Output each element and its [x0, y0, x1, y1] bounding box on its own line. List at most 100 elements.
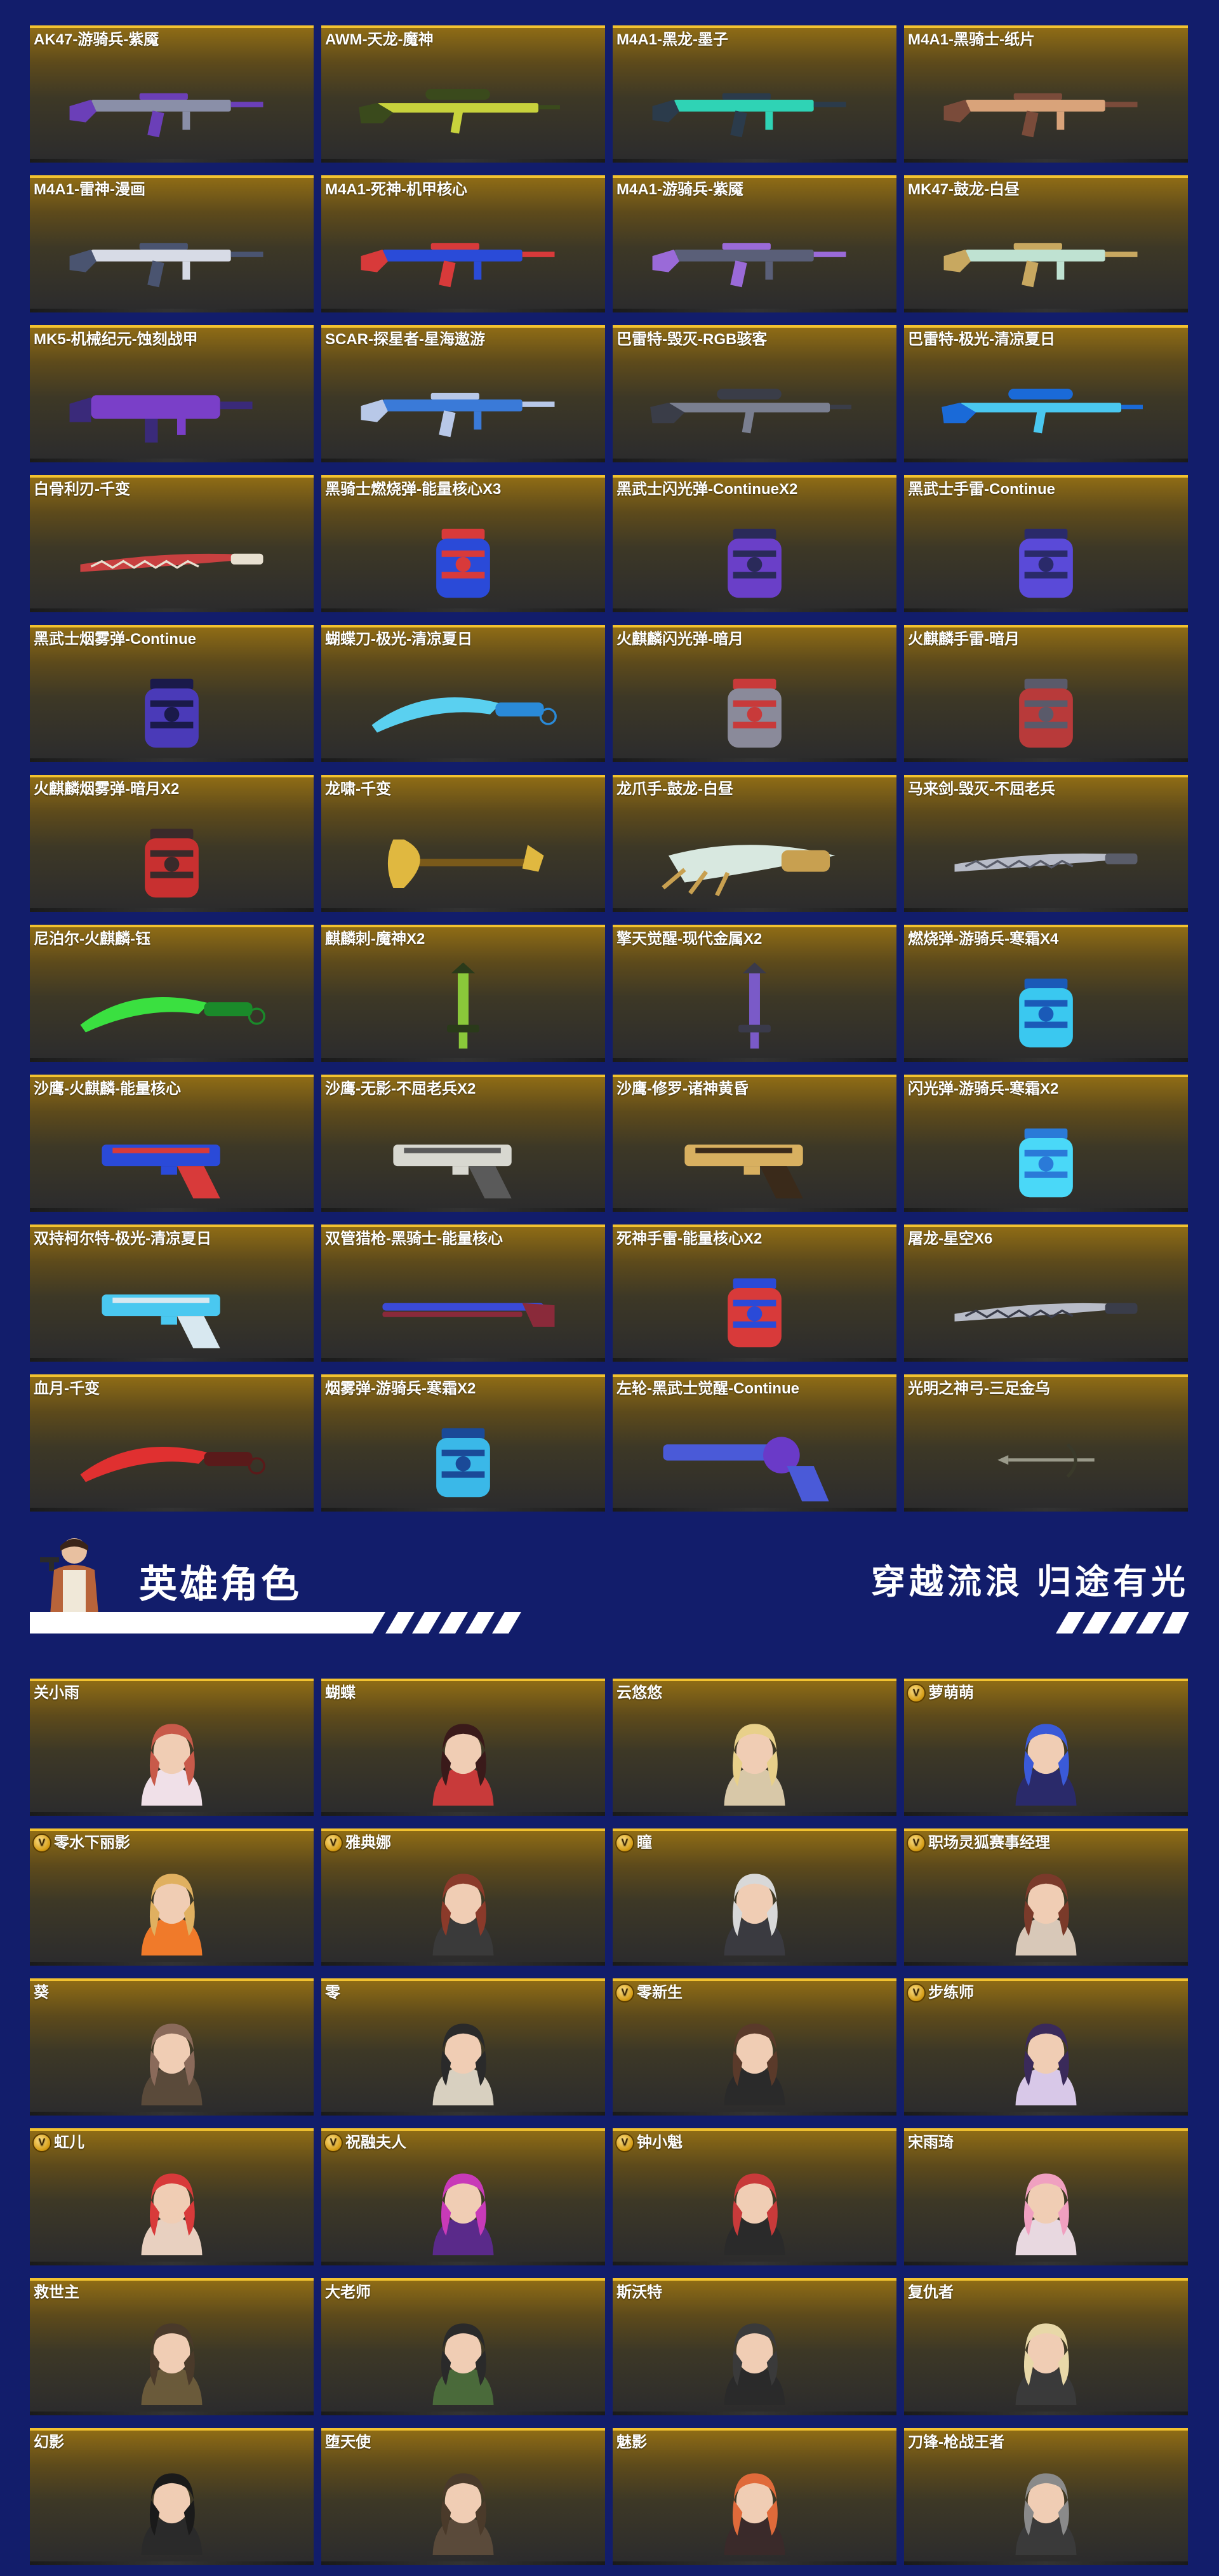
weapon-card[interactable]: 擎天觉醒-现代金属X2 — [613, 925, 896, 1062]
hero-card[interactable]: V 职场灵狐赛事经理 — [904, 1828, 1188, 1966]
hero-card[interactable]: V 萝萌萌 — [904, 1679, 1188, 1816]
hero-card[interactable]: 救世主 — [30, 2278, 314, 2415]
hero-title-row: V 零水下丽影 — [34, 1834, 310, 1853]
weapon-card[interactable]: 光明之神弓-三足金乌 — [904, 1374, 1188, 1512]
weapon-grenade-icon — [929, 1110, 1162, 1202]
weapon-card[interactable]: 左轮-黑武士觉醒-Continue — [613, 1374, 896, 1512]
hero-card[interactable]: 零 — [321, 1978, 605, 2116]
vip-badge-icon: V — [325, 1835, 342, 1851]
hero-card[interactable]: 宋雨琦 — [904, 2128, 1188, 2265]
weapon-card[interactable]: AWM-天龙-魔神 — [321, 25, 605, 163]
weapon-card[interactable]: 白骨利刃-千变 — [30, 475, 314, 612]
slogan-stripe-bar — [1056, 1612, 1189, 1633]
weapon-card[interactable]: 双持柯尔特-极光-清凉夏日 — [30, 1224, 314, 1362]
weapon-rifle-icon — [347, 361, 580, 452]
weapon-card[interactable]: 血月-千变 — [30, 1374, 314, 1512]
weapon-grenade-icon — [347, 511, 580, 602]
hero-portrait-icon — [347, 1714, 580, 1806]
hero-card[interactable]: 刀锋-枪战王者 — [904, 2428, 1188, 2565]
weapon-card[interactable]: 沙鹰-修罗-诸神黄昏 — [613, 1075, 896, 1212]
weapon-card[interactable]: M4A1-黑龙-墨子 — [613, 25, 896, 163]
hero-card[interactable]: 堕天使 — [321, 2428, 605, 2565]
weapon-sniper-icon — [347, 61, 580, 152]
weapon-card[interactable]: 尼泊尔-火麒麟-钰 — [30, 925, 314, 1062]
hero-card[interactable]: 云悠悠 — [613, 1679, 896, 1816]
weapon-card[interactable]: M4A1-游骑兵-紫魇 — [613, 175, 896, 312]
hero-portrait-icon — [929, 1864, 1162, 1955]
weapon-card[interactable]: 双管猎枪-黑骑士-能量核心 — [321, 1224, 605, 1362]
weapon-grenade-icon — [347, 1410, 580, 1501]
hero-card[interactable]: V 钟小魁 — [613, 2128, 896, 2265]
hero-card[interactable]: 关小雨 — [30, 1679, 314, 1816]
hero-card[interactable]: V 虹儿 — [30, 2128, 314, 2265]
weapon-card[interactable]: 黑武士烟雾弹-Continue — [30, 625, 314, 762]
weapon-name: 火麒麟闪光弹-暗月 — [616, 631, 743, 648]
weapon-card[interactable]: 屠龙-星空X6 — [904, 1224, 1188, 1362]
weapon-card[interactable]: 黑武士闪光弹-ContinueX2 — [613, 475, 896, 612]
vip-badge-icon: V — [908, 1835, 924, 1851]
weapon-card[interactable]: AK47-游骑兵-紫魇 — [30, 25, 314, 163]
hero-title-row: 云悠悠 — [616, 1684, 893, 1703]
weapon-rifle-icon — [638, 61, 871, 152]
hero-card[interactable]: V 零水下丽影 — [30, 1828, 314, 1966]
hero-title-row: 救世主 — [34, 2283, 310, 2302]
weapon-name: 光明之神弓-三足金乌 — [908, 1380, 1050, 1397]
hero-name: 零 — [325, 1984, 340, 2001]
weapon-name: MK5-机械纪元-蚀刻战甲 — [34, 331, 198, 348]
weapon-grenade-icon — [638, 1260, 871, 1352]
vip-badge-icon: V — [616, 1835, 633, 1851]
weapon-card[interactable]: 蝴蝶刀-极光-清凉夏日 — [321, 625, 605, 762]
weapon-card[interactable]: 闪光弹-游骑兵-寒霜X2 — [904, 1075, 1188, 1212]
weapon-card[interactable]: 燃烧弹-游骑兵-寒霜X4 — [904, 925, 1188, 1062]
weapon-card[interactable]: 黑武士手雷-Continue — [904, 475, 1188, 612]
hero-name: 复仇者 — [908, 2284, 954, 2301]
hero-card[interactable]: 蝴蝶 — [321, 1679, 605, 1816]
weapon-card[interactable]: 马来剑-毁灭-不屈老兵 — [904, 775, 1188, 912]
hero-card[interactable]: 斯沃特 — [613, 2278, 896, 2415]
hero-card[interactable]: V 零新生 — [613, 1978, 896, 2116]
weapon-card[interactable]: MK5-机械纪元-蚀刻战甲 — [30, 325, 314, 462]
weapon-card[interactable]: 火麒麟烟雾弹-暗月X2 — [30, 775, 314, 912]
hero-card[interactable]: V 祝融夫人 — [321, 2128, 605, 2265]
hero-card[interactable]: 复仇者 — [904, 2278, 1188, 2415]
weapon-card[interactable]: 巴雷特-极光-清凉夏日 — [904, 325, 1188, 462]
weapon-name: 双持柯尔特-极光-清凉夏日 — [34, 1230, 211, 1247]
weapon-card[interactable]: 巴雷特-毁灭-RGB骇客 — [613, 325, 896, 462]
weapon-card[interactable]: 龙爪手-鼓龙-白昼 — [613, 775, 896, 912]
weapon-name: AK47-游骑兵-紫魇 — [34, 31, 159, 48]
weapon-card[interactable]: 麒麟刺-魔神X2 — [321, 925, 605, 1062]
hero-card[interactable]: 大老师 — [321, 2278, 605, 2415]
weapon-card[interactable]: M4A1-黑骑士-纸片 — [904, 25, 1188, 163]
hero-portrait-icon — [638, 2464, 871, 2555]
weapon-card[interactable]: MK47-鼓龙-白昼 — [904, 175, 1188, 312]
hero-card[interactable]: 葵 — [30, 1978, 314, 2116]
hero-name: 救世主 — [34, 2284, 79, 2301]
weapon-name: 火麒麟烟雾弹-暗月X2 — [34, 781, 180, 798]
hero-portrait-icon — [929, 2464, 1162, 2555]
weapon-rifle-icon — [929, 211, 1162, 302]
weapon-card[interactable]: 龙啸-千变 — [321, 775, 605, 912]
weapon-name: 烟雾弹-游骑兵-寒霜X2 — [325, 1380, 476, 1397]
weapon-card[interactable]: M4A1-死神-机甲核心 — [321, 175, 605, 312]
weapon-card[interactable]: SCAR-探星者-星海遨游 — [321, 325, 605, 462]
weapon-card[interactable]: 黑骑士燃烧弹-能量核心X3 — [321, 475, 605, 612]
hero-card[interactable]: V 步练师 — [904, 1978, 1188, 2116]
weapon-card[interactable]: 烟雾弹-游骑兵-寒霜X2 — [321, 1374, 605, 1512]
weapon-card[interactable]: 沙鹰-火麒麟-能量核心 — [30, 1075, 314, 1212]
hero-title-row: 幻影 — [34, 2433, 310, 2452]
hero-card[interactable]: V 雅典娜 — [321, 1828, 605, 1966]
weapon-name: 血月-千变 — [34, 1380, 100, 1397]
hero-portrait-icon — [638, 2014, 871, 2105]
hero-name: 虹儿 — [54, 2134, 84, 2151]
hero-card[interactable]: 幻影 — [30, 2428, 314, 2565]
weapon-card[interactable]: M4A1-雷神-漫画 — [30, 175, 314, 312]
hero-card[interactable]: V瞳 — [613, 1828, 896, 1966]
weapon-card[interactable]: 火麒麟手雷-暗月 — [904, 625, 1188, 762]
hero-card[interactable]: 魅影 — [613, 2428, 896, 2565]
weapon-name: 沙鹰-无影-不屈老兵X2 — [325, 1080, 476, 1097]
weapon-card[interactable]: 沙鹰-无影-不屈老兵X2 — [321, 1075, 605, 1212]
weapon-grenade-icon — [929, 661, 1162, 752]
hero-title-row: V 职场灵狐赛事经理 — [908, 1834, 1184, 1853]
weapon-card[interactable]: 死神手雷-能量核心X2 — [613, 1224, 896, 1362]
weapon-card[interactable]: 火麒麟闪光弹-暗月 — [613, 625, 896, 762]
